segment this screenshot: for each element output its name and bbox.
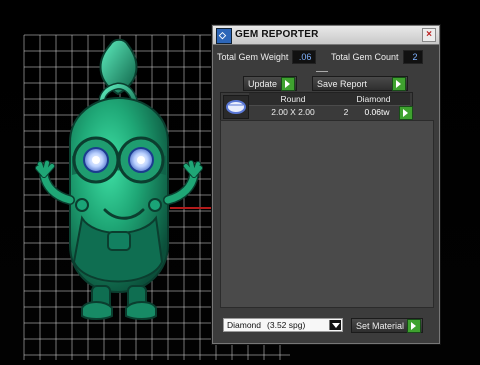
close-button[interactable]: ×: [422, 28, 436, 42]
gem-count: 2: [343, 107, 349, 117]
material-select-value: Diamond: [227, 320, 262, 330]
material-select-detail: (3.52 spg): [267, 320, 306, 330]
set-material-label: Set Material: [356, 320, 405, 331]
play-arrow-icon: [281, 77, 295, 91]
chevron-down-icon[interactable]: [329, 320, 341, 330]
total-count-row: Total Gem Count 2: [331, 50, 423, 64]
table-header-material: Diamond: [337, 93, 410, 106]
total-count-label: Total Gem Count: [331, 52, 399, 62]
update-button[interactable]: Update: [243, 76, 297, 91]
table-header-shape: Round: [249, 93, 337, 106]
gem-icon: ◇: [216, 28, 232, 44]
total-weight-label: Total Gem Weight: [217, 52, 289, 62]
total-weight-row: Total Gem Weight .06: [217, 50, 317, 64]
play-arrow-icon: [392, 77, 406, 91]
divider-handle[interactable]: [316, 67, 328, 72]
set-material-button[interactable]: Set Material: [351, 318, 423, 333]
total-weight-value: .06: [292, 50, 317, 64]
save-report-label: Save Report: [317, 78, 368, 89]
play-arrow-icon: [407, 319, 421, 333]
window-title: GEM REPORTER: [235, 29, 319, 40]
window-titlebar[interactable]: ◇ GEM REPORTER ×: [213, 26, 439, 45]
row-action-button[interactable]: [399, 106, 413, 120]
material-select[interactable]: Diamond (3.52 spg): [223, 318, 343, 332]
gem-reporter-window[interactable]: ◇ GEM REPORTER × Total Gem Weight .06 To…: [212, 25, 440, 344]
update-label: Update: [248, 78, 278, 89]
gem-table[interactable]: Round Diamond 2.00 X 2.00 2 0.06tw: [220, 92, 413, 122]
save-report-button[interactable]: Save Report: [312, 76, 408, 91]
report-content-area[interactable]: [220, 120, 434, 308]
gem-thumbnail-icon: [223, 95, 249, 119]
gem-weight: 0.06tw: [364, 107, 390, 117]
total-count-value: 2: [402, 50, 423, 64]
gem-size: 2.00 X 2.00: [271, 107, 315, 117]
